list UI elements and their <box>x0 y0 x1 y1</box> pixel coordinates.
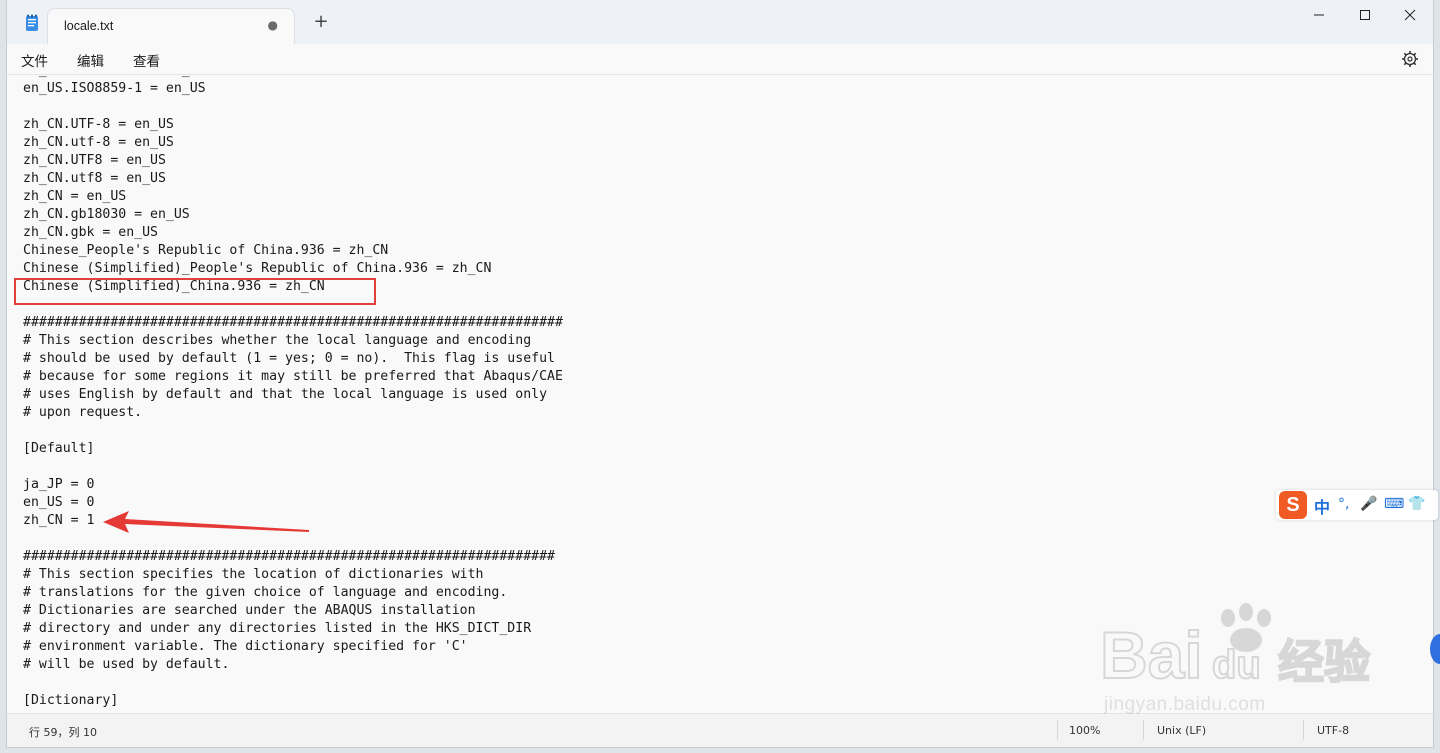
tab-title: locale.txt <box>64 19 114 33</box>
zoom-level: 100% <box>1069 724 1101 737</box>
maximize-button[interactable] <box>1343 6 1387 26</box>
cursor-position: 行 59，列 10 <box>29 726 97 739</box>
maximize-icon <box>1360 10 1370 20</box>
document-text[interactable]: en_US.ISO8859-1 = en_US en_US.ISO8859-1 … <box>23 75 563 710</box>
settings-gear-icon[interactable] <box>1401 50 1419 68</box>
sogou-logo-icon[interactable]: S <box>1279 491 1307 519</box>
status-divider <box>1143 720 1144 740</box>
line-ending: Unix (LF) <box>1157 724 1207 737</box>
highlight-annotation-box <box>14 278 376 305</box>
menu-bar: 文件 编辑 查看 <box>7 44 1433 75</box>
tab-locale-txt[interactable]: locale.txt ● <box>47 8 295 44</box>
title-bar: locale.txt ● + <box>7 0 1433 44</box>
minimize-icon <box>1314 14 1324 16</box>
punctuation-icon[interactable]: °, <box>1338 496 1349 512</box>
unsaved-indicator-icon[interactable]: ● <box>268 18 278 32</box>
new-tab-button[interactable]: + <box>311 12 331 32</box>
ime-mode-toggle[interactable]: 中 <box>1314 494 1330 518</box>
status-divider <box>1057 720 1058 740</box>
red-arrow-annotation-icon <box>103 511 309 533</box>
text-editor-area[interactable]: en_US.ISO8859-1 = en_US en_US.ISO8859-1 … <box>7 75 1433 715</box>
close-button[interactable] <box>1388 6 1432 26</box>
status-bar: 行 59，列 10 100% Unix (LF) UTF-8 <box>7 713 1433 747</box>
notepad-app-icon <box>26 14 38 31</box>
menu-file[interactable]: 文件 <box>21 50 48 70</box>
status-divider <box>1303 720 1304 740</box>
microphone-icon[interactable]: 🎤 <box>1360 496 1377 512</box>
menu-edit[interactable]: 编辑 <box>77 50 104 70</box>
keyboard-icon[interactable]: ⌨ <box>1384 496 1404 512</box>
encoding: UTF-8 <box>1317 724 1350 737</box>
ime-toolbar[interactable]: S 中 °, 🎤 ⌨ 👕 <box>1276 490 1438 520</box>
minimize-button[interactable] <box>1297 6 1341 26</box>
menu-view[interactable]: 查看 <box>133 50 160 70</box>
notepad-window: locale.txt ● + 文件 编辑 查看 en_US.ISO8859-1 … <box>6 0 1434 748</box>
close-icon <box>1404 9 1416 21</box>
skin-icon[interactable]: 👕 <box>1408 496 1425 512</box>
